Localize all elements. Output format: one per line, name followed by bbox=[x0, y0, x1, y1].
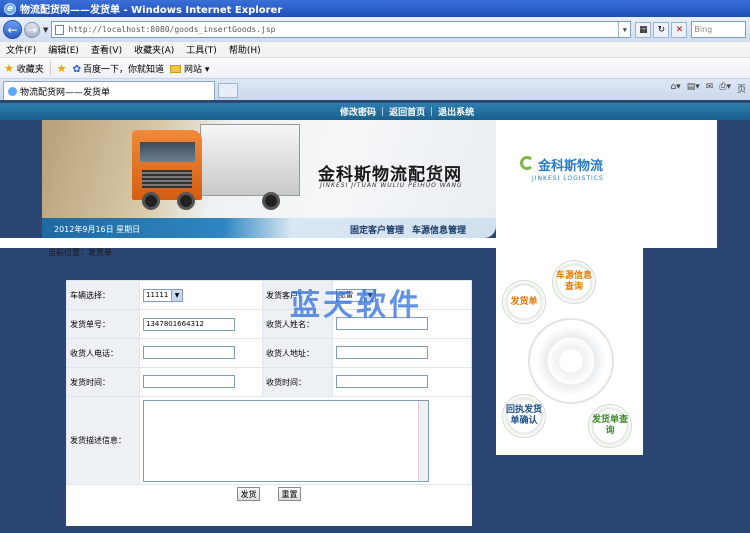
link-logout[interactable]: 退出系统 bbox=[438, 105, 474, 118]
receive-time-input[interactable] bbox=[336, 374, 428, 388]
date-label: 2012年9月16日 星期日 bbox=[54, 225, 141, 234]
tab-bar: 物流配货网——发货单 ⌂▾ ▤▾ ✉ ⎙▾ 页 bbox=[0, 79, 750, 100]
receiver-phone-input[interactable] bbox=[143, 345, 235, 359]
menu-view[interactable]: 查看(V) bbox=[91, 43, 122, 56]
side-menu: 车源信息查询 发货单 回执发货单确认 发货单查询 bbox=[496, 248, 643, 455]
side-shipping-order-button[interactable]: 发货单 bbox=[502, 280, 546, 324]
page-content: 修改密码 | 返回首页 | 退出系统 金科斯物流配货网 JINKESI JITU… bbox=[0, 100, 750, 533]
history-dropdown-icon[interactable]: ▼ bbox=[43, 26, 48, 34]
star-icon: ★ bbox=[4, 61, 14, 75]
vehicle-select[interactable]: 11111 ▼ bbox=[143, 288, 183, 302]
folder-icon bbox=[170, 65, 182, 73]
compatibility-icon[interactable]: ▦ bbox=[635, 21, 652, 38]
address-input[interactable]: http://localhost:8080/goods_insertGoods.… bbox=[51, 21, 632, 38]
side-receipt-confirm-button[interactable]: 回执发货单确认 bbox=[502, 394, 546, 438]
vehicle-label: 车辆选择： bbox=[66, 280, 140, 310]
order-no-input[interactable]: 1347801664312 bbox=[143, 317, 235, 331]
reset-button[interactable]: 重置 bbox=[278, 487, 301, 501]
watermark: 蓝天软件 bbox=[290, 288, 422, 323]
command-bar: ⌂▾ ▤▾ ✉ ⎙▾ 页 bbox=[670, 82, 746, 95]
page-icon bbox=[55, 24, 65, 35]
feeds-icon[interactable]: ▤▾ bbox=[687, 82, 700, 95]
side-order-query-button[interactable]: 发货单查询 bbox=[588, 404, 632, 448]
forward-button[interactable]: → bbox=[24, 21, 40, 38]
stop-icon[interactable]: ✕ bbox=[671, 21, 688, 38]
favorites-bar: ★ 收藏夹 ★ ✿ 百度一下，你就知道 网站 ▾ bbox=[0, 58, 750, 79]
banner: 金科斯物流配货网 JINKESI JITUAN WULIU PEIHUO WAN… bbox=[42, 120, 496, 218]
wheel-icon bbox=[528, 318, 614, 404]
menu-tools[interactable]: 工具(T) bbox=[186, 43, 217, 56]
link-home[interactable]: 返回首页 bbox=[389, 105, 425, 118]
link-fixed-customers[interactable]: 固定客户管理 bbox=[350, 223, 404, 236]
back-button[interactable]: ← bbox=[3, 20, 22, 39]
truck-image bbox=[132, 124, 302, 214]
address-dropdown-icon[interactable]: ▼ bbox=[618, 22, 630, 37]
brand-logo-icon bbox=[520, 156, 534, 170]
menu-bar: 文件(F) 编辑(E) 查看(V) 收藏夹(A) 工具(T) 帮助(H) bbox=[0, 42, 750, 58]
brand-panel: 金科斯物流 JINKESI LOGISTICS bbox=[496, 120, 717, 248]
new-tab-button[interactable] bbox=[218, 83, 238, 98]
banner-subtitle: JINKESI JITUAN WULIU PEIHUO WANG bbox=[320, 182, 463, 189]
favorites-button[interactable]: ★ 收藏夹 bbox=[4, 62, 44, 75]
address-toolbar: ← → ▼ http://localhost:8080/goods_insert… bbox=[0, 17, 750, 42]
window-title: 物流配货网——发货单 - Windows Internet Explorer bbox=[20, 5, 283, 16]
menu-file[interactable]: 文件(F) bbox=[6, 43, 36, 56]
refresh-icon[interactable]: ↻ bbox=[653, 21, 670, 38]
favorite-baidu[interactable]: ✿ 百度一下，你就知道 bbox=[73, 62, 164, 75]
chevron-down-icon: ▼ bbox=[171, 289, 182, 301]
manage-links: 固定客户管理 车源信息管理 bbox=[350, 223, 466, 236]
window-titlebar: e 物流配货网——发货单 - Windows Internet Explorer bbox=[0, 0, 750, 17]
receiver-address-label: 收货人地址： bbox=[262, 338, 333, 368]
divider bbox=[49, 61, 51, 75]
receiver-address-input[interactable] bbox=[336, 345, 428, 359]
tab-favicon-icon bbox=[8, 86, 17, 96]
send-time-label: 发货时间： bbox=[66, 367, 140, 397]
add-favorite-icon[interactable]: ★ bbox=[57, 62, 67, 75]
side-vehicle-query-button[interactable]: 车源信息查询 bbox=[552, 260, 596, 304]
send-time-input[interactable] bbox=[143, 374, 235, 388]
brand-name: 金科斯物流 bbox=[538, 159, 604, 174]
receive-time-label: 收货时间： bbox=[262, 367, 333, 397]
home-icon[interactable]: ⌂▾ bbox=[670, 82, 680, 95]
breadcrumb: 当前位置：发货单 bbox=[48, 248, 112, 257]
submit-button[interactable]: 发货 bbox=[237, 487, 260, 501]
order-no-label: 发货单号： bbox=[66, 309, 140, 339]
search-input[interactable]: Bing bbox=[691, 21, 747, 38]
menu-favorites[interactable]: 收藏夹(A) bbox=[134, 43, 174, 56]
tab-active[interactable]: 物流配货网——发货单 bbox=[3, 81, 215, 100]
receiver-phone-label: 收货人电话： bbox=[66, 338, 140, 368]
link-change-password[interactable]: 修改密码 bbox=[340, 105, 376, 118]
search-placeholder: Bing bbox=[694, 25, 713, 34]
description-label: 发货描述信息： bbox=[66, 396, 140, 485]
ie-logo-icon: e bbox=[4, 2, 16, 15]
menu-edit[interactable]: 编辑(E) bbox=[48, 43, 79, 56]
mail-icon[interactable]: ✉ bbox=[706, 82, 714, 95]
description-textarea[interactable] bbox=[143, 399, 429, 482]
print-icon[interactable]: ⎙▾ bbox=[719, 82, 731, 95]
page-menu-icon[interactable]: 页 bbox=[737, 82, 746, 95]
scrollbar[interactable] bbox=[418, 400, 428, 481]
brand-english: JINKESI LOGISTICS bbox=[532, 175, 604, 182]
address-url: http://localhost:8080/goods_insertGoods.… bbox=[68, 25, 276, 34]
favorite-websites[interactable]: 网站 ▾ bbox=[170, 62, 209, 75]
baidu-icon: ✿ bbox=[72, 63, 82, 75]
tab-title: 物流配货网——发货单 bbox=[20, 87, 111, 98]
link-vehicle-info[interactable]: 车源信息管理 bbox=[412, 223, 466, 236]
menu-help[interactable]: 帮助(H) bbox=[229, 43, 261, 56]
top-nav: 修改密码 | 返回首页 | 退出系统 bbox=[0, 103, 750, 120]
